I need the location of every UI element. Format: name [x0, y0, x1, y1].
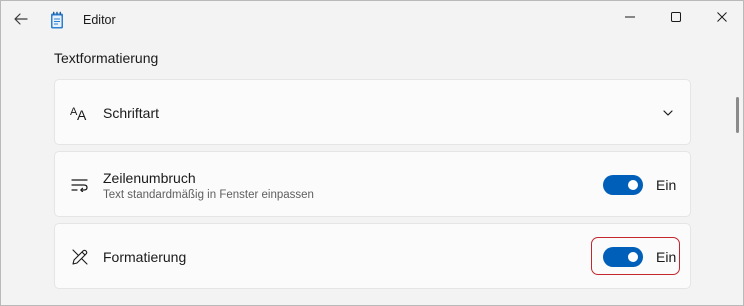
title-bar: Editor: [1, 1, 743, 37]
toggle-knob: [628, 252, 638, 262]
formatting-toggle[interactable]: Ein: [603, 247, 676, 267]
setting-description-word-wrap: Text standardmäßig in Fenster einpassen: [103, 189, 314, 201]
toggle-state-label: Ein: [656, 177, 677, 193]
back-button[interactable]: [7, 7, 35, 31]
svg-text:A: A: [77, 107, 87, 122]
setting-label-font: Schriftart: [103, 105, 160, 121]
notepad-app-icon: [49, 11, 65, 29]
toggle-state-label: Ein: [656, 249, 677, 265]
setting-label-formatting: Formatierung: [103, 249, 187, 265]
chevron-down-icon[interactable]: [660, 105, 676, 121]
minimize-button[interactable]: [607, 1, 653, 33]
toggle-switch[interactable]: [603, 175, 643, 195]
word-wrap-toggle[interactable]: Ein: [603, 175, 676, 195]
back-arrow-icon: [14, 13, 28, 25]
section-title: Textformatierung: [54, 50, 159, 66]
formatting-pen-icon: [69, 246, 91, 268]
setting-card-font[interactable]: A A Schriftart: [54, 79, 691, 145]
window-title: Editor: [83, 13, 116, 27]
setting-card-word-wrap: Zeilenumbruch Text standardmäßig in Fens…: [54, 151, 691, 217]
scrollbar-thumb[interactable]: [736, 97, 739, 133]
font-icon: A A: [69, 102, 91, 124]
toggle-switch[interactable]: [603, 247, 643, 267]
close-button[interactable]: [699, 1, 743, 33]
maximize-icon: [671, 12, 681, 22]
setting-card-formatting: Formatierung Ein: [54, 223, 691, 289]
toggle-knob: [628, 180, 638, 190]
maximize-button[interactable]: [653, 1, 699, 33]
minimize-icon: [625, 16, 635, 18]
setting-label-word-wrap: Zeilenumbruch: [103, 170, 196, 186]
word-wrap-icon: [69, 174, 91, 196]
settings-window: Editor Textformatierung A A Schriftart Z…: [0, 0, 744, 306]
close-icon: [717, 12, 727, 22]
